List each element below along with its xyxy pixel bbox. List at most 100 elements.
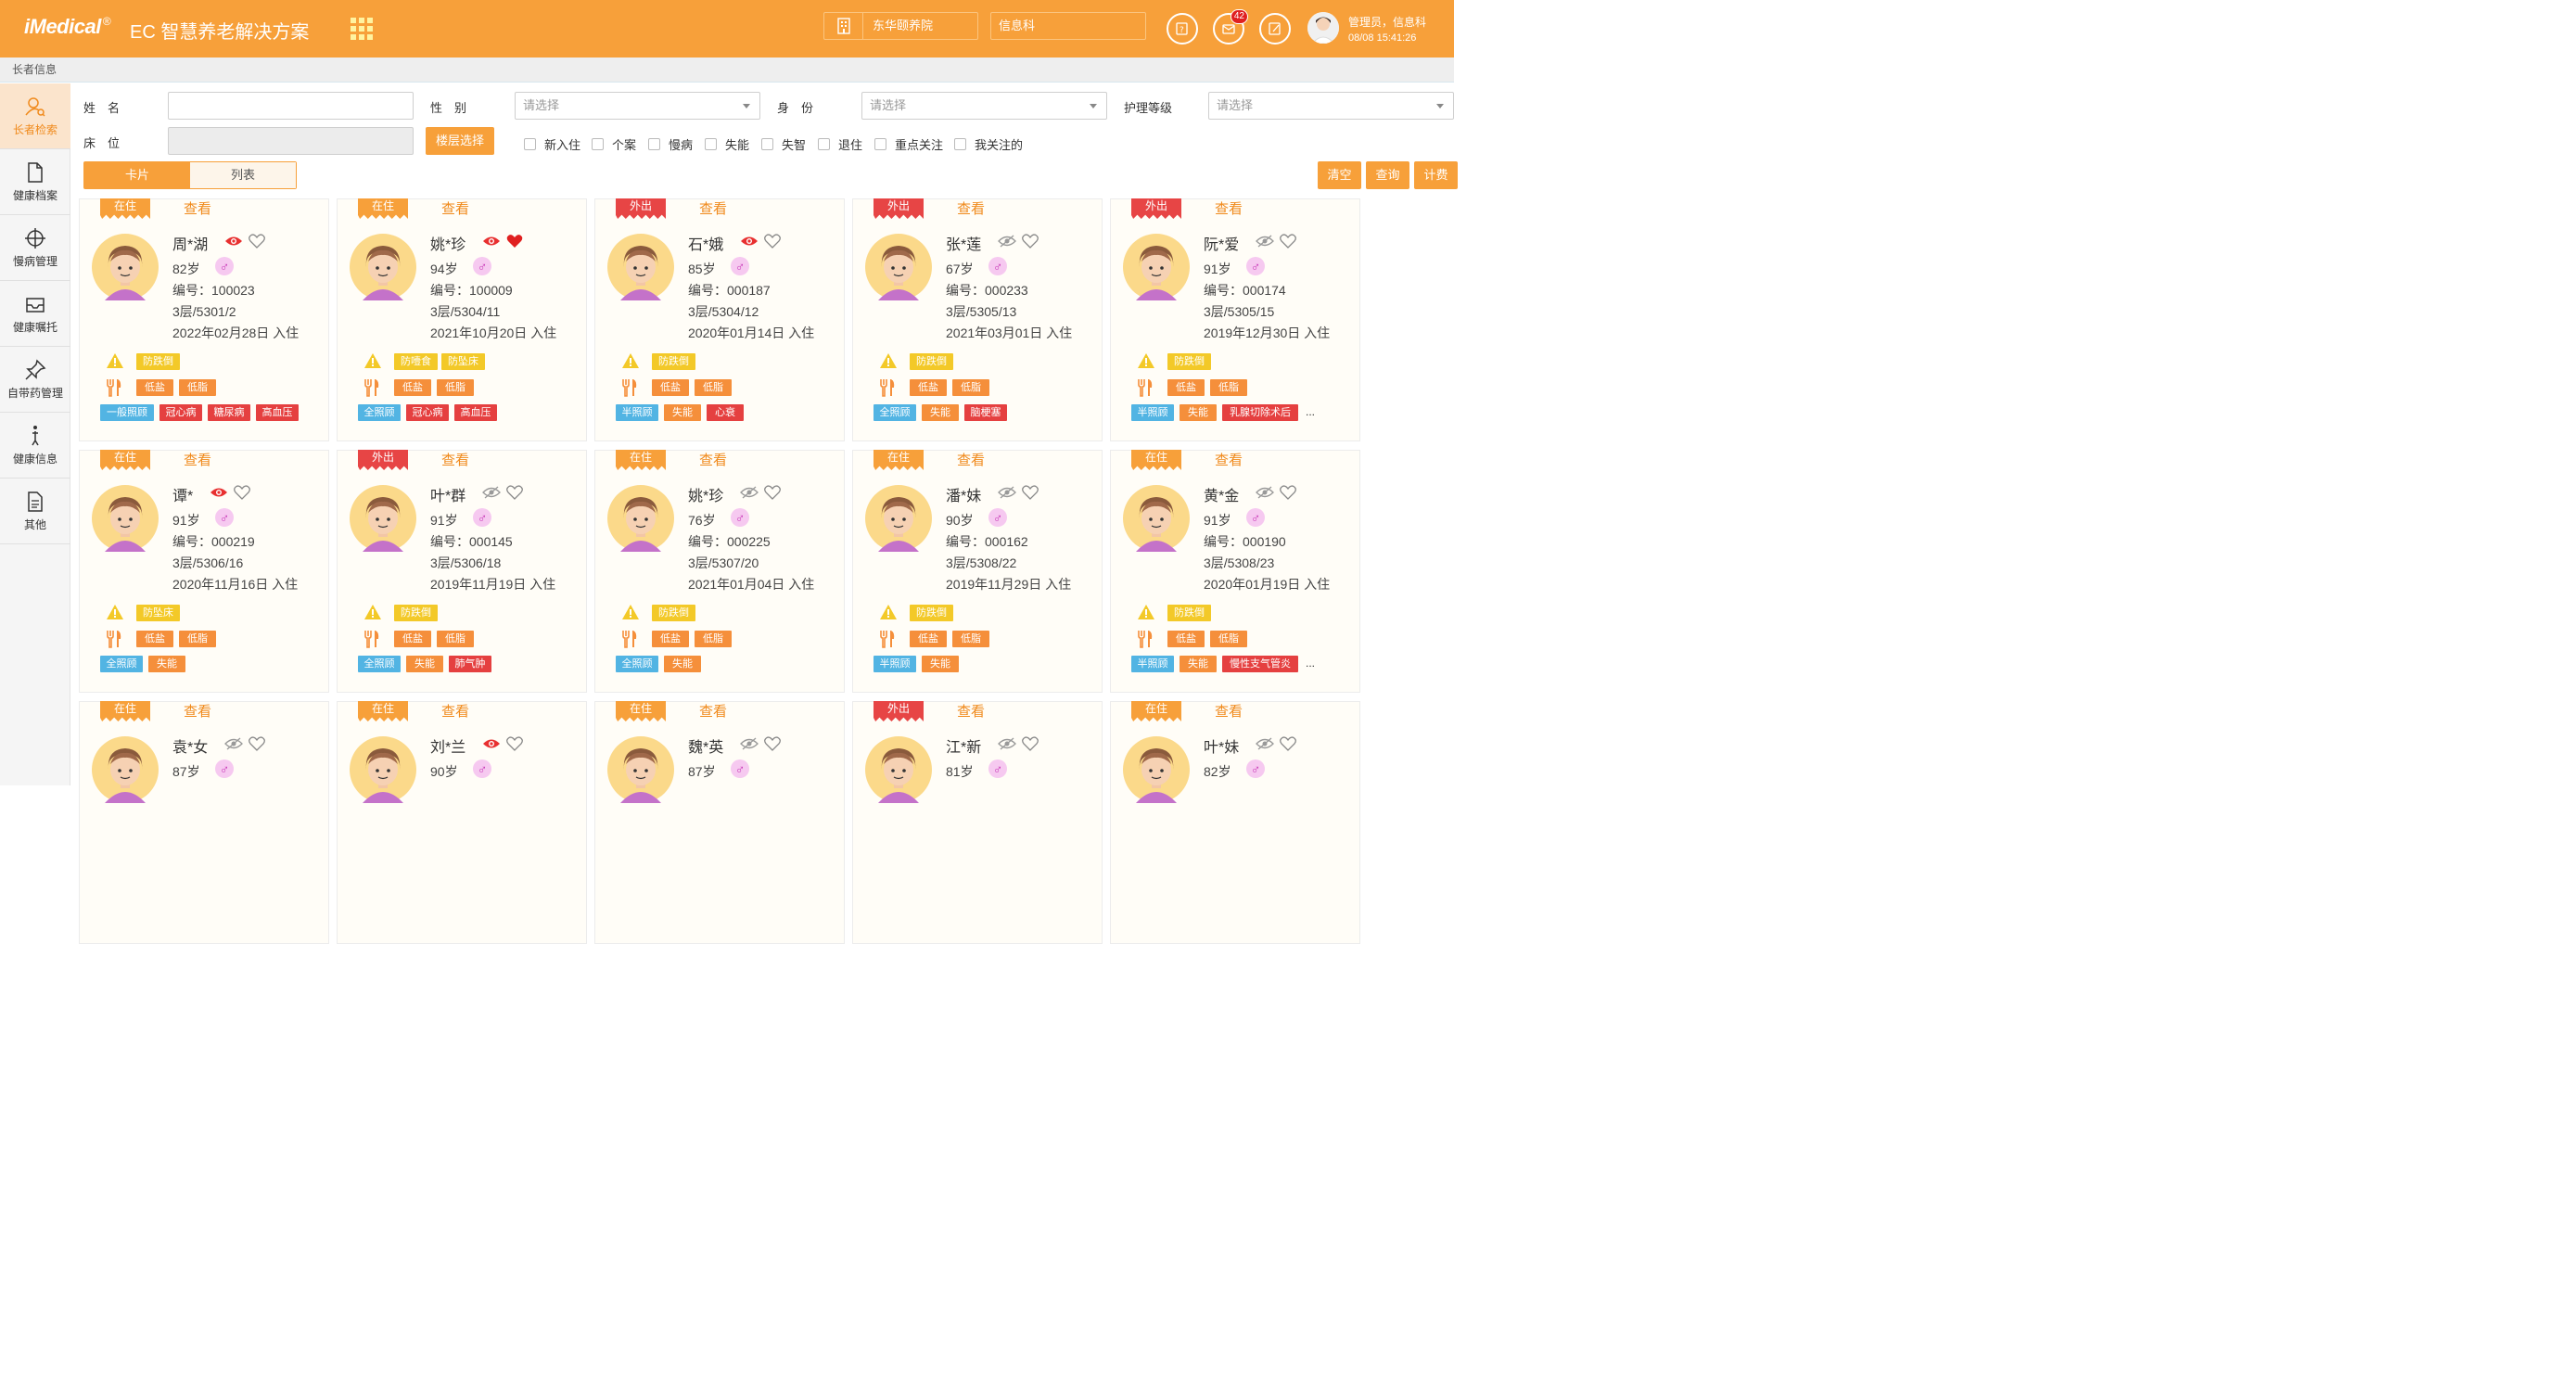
floor-select-button[interactable]: 楼层选择 bbox=[426, 127, 494, 155]
resident-card[interactable]: 在住 查看 刘*兰 90岁 ♂ bbox=[337, 701, 587, 944]
sidebar-item-health-info[interactable]: 健康信息 bbox=[0, 413, 70, 479]
resident-card[interactable]: 外出 查看 张*莲 67岁 ♂ 编号：000233 3层/5305/13 202… bbox=[852, 198, 1103, 441]
resident-age: 82岁 bbox=[172, 262, 200, 276]
sidebar-item-own-medicine[interactable]: 自带药管理 bbox=[0, 347, 70, 413]
tab-list-view[interactable]: 列表 bbox=[190, 162, 296, 188]
dept-selector[interactable]: 信息科 bbox=[990, 12, 1146, 40]
eye-off-icon[interactable] bbox=[1256, 486, 1274, 504]
checkbox-new[interactable]: 新入住 bbox=[524, 135, 580, 153]
crosshair-icon bbox=[25, 227, 45, 249]
view-link[interactable]: 查看 bbox=[699, 701, 727, 721]
checkbox-dementia[interactable]: 失智 bbox=[761, 135, 806, 153]
eye-off-icon[interactable] bbox=[224, 737, 243, 755]
heart-icon[interactable] bbox=[764, 736, 781, 756]
view-link[interactable]: 查看 bbox=[1215, 701, 1243, 721]
org-selector[interactable]: 东华颐养院 bbox=[823, 12, 978, 40]
sidebar-item-other[interactable]: 其他 bbox=[0, 479, 70, 544]
resident-card[interactable]: 在住 查看 姚*珍 94岁 ♂ 编号：100009 3层/5304/11 202… bbox=[337, 198, 587, 441]
resident-card[interactable]: 外出 查看 石*娥 85岁 ♂ 编号：000187 3层/5304/12 202… bbox=[594, 198, 845, 441]
name-input[interactable] bbox=[168, 92, 414, 120]
view-link[interactable]: 查看 bbox=[184, 198, 211, 218]
help-icon[interactable]: ? bbox=[1167, 13, 1198, 45]
checkbox-checkout[interactable]: 退住 bbox=[818, 135, 862, 153]
eye-icon[interactable] bbox=[224, 235, 243, 252]
heart-icon[interactable] bbox=[234, 485, 250, 504]
resident-card[interactable]: 外出 查看 江*新 81岁 ♂ bbox=[852, 701, 1103, 944]
resident-card[interactable]: 在住 查看 谭* 91岁 ♂ 编号：000219 3层/5306/16 2020… bbox=[79, 450, 329, 693]
view-link[interactable]: 查看 bbox=[184, 450, 211, 469]
resident-card[interactable]: 在住 查看 魏*英 87岁 ♂ bbox=[594, 701, 845, 944]
heart-icon[interactable] bbox=[1280, 485, 1296, 504]
eye-icon[interactable] bbox=[210, 486, 228, 504]
eye-off-icon[interactable] bbox=[998, 486, 1016, 504]
eye-icon[interactable] bbox=[740, 235, 759, 252]
checkbox-chronic[interactable]: 慢病 bbox=[648, 135, 693, 153]
view-link[interactable]: 查看 bbox=[699, 450, 727, 469]
heart-filled-icon[interactable] bbox=[506, 234, 523, 253]
eye-icon[interactable] bbox=[482, 737, 501, 755]
resident-card[interactable]: 在住 查看 袁*女 87岁 ♂ bbox=[79, 701, 329, 944]
sidebar-item-resident-search[interactable]: 长者检索 bbox=[0, 83, 70, 149]
resident-card[interactable]: 在住 查看 叶*妹 82岁 ♂ bbox=[1110, 701, 1360, 944]
resident-card[interactable]: 外出 查看 阮*爱 91岁 ♂ 编号：000174 3层/5305/15 201… bbox=[1110, 198, 1360, 441]
view-link[interactable]: 查看 bbox=[699, 198, 727, 218]
resident-name: 魏*英 bbox=[688, 740, 724, 756]
view-link[interactable]: 查看 bbox=[1215, 450, 1243, 469]
heart-icon[interactable] bbox=[1280, 234, 1296, 253]
view-link[interactable]: 查看 bbox=[441, 701, 469, 721]
eye-off-icon[interactable] bbox=[998, 235, 1016, 252]
avatar bbox=[92, 485, 159, 552]
clear-button[interactable]: 清空 bbox=[1318, 161, 1361, 189]
sidebar-item-health-advice[interactable]: 健康嘱托 bbox=[0, 281, 70, 347]
warning-icon bbox=[621, 352, 640, 374]
eye-off-icon[interactable] bbox=[998, 737, 1016, 755]
resident-card[interactable]: 在住 查看 周*湖 82岁 ♂ 编号：100023 3层/5301/2 2022… bbox=[79, 198, 329, 441]
view-link[interactable]: 查看 bbox=[441, 450, 469, 469]
heart-icon[interactable] bbox=[1022, 485, 1039, 504]
view-link[interactable]: 查看 bbox=[1215, 198, 1243, 218]
resident-card[interactable]: 在住 查看 黄*金 91岁 ♂ 编号：000190 3层/5308/23 202… bbox=[1110, 450, 1360, 693]
heart-icon[interactable] bbox=[1022, 234, 1039, 253]
query-button[interactable]: 查询 bbox=[1366, 161, 1409, 189]
view-link[interactable]: 查看 bbox=[184, 701, 211, 721]
heart-icon[interactable] bbox=[249, 736, 265, 756]
heart-icon[interactable] bbox=[506, 736, 523, 756]
heart-icon[interactable] bbox=[764, 234, 781, 253]
care-level-select[interactable]: 请选择 bbox=[1208, 92, 1454, 120]
eye-icon[interactable] bbox=[482, 235, 501, 252]
eye-off-icon[interactable] bbox=[1256, 235, 1274, 252]
checkbox-case[interactable]: 个案 bbox=[592, 135, 636, 153]
view-link[interactable]: 查看 bbox=[957, 450, 985, 469]
checkbox-my-followed[interactable]: 我关注的 bbox=[954, 135, 1023, 153]
edit-icon[interactable] bbox=[1259, 13, 1291, 45]
tab-card-view[interactable]: 卡片 bbox=[84, 162, 190, 188]
view-link[interactable]: 查看 bbox=[957, 701, 985, 721]
heart-icon[interactable] bbox=[1022, 736, 1039, 756]
view-link[interactable]: 查看 bbox=[957, 198, 985, 218]
heart-icon[interactable] bbox=[764, 485, 781, 504]
resident-card[interactable]: 外出 查看 叶*群 91岁 ♂ 编号：000145 3层/5306/18 201… bbox=[337, 450, 587, 693]
heart-icon[interactable] bbox=[506, 485, 523, 504]
identity-select[interactable]: 请选择 bbox=[861, 92, 1107, 120]
checkbox-disabled[interactable]: 失能 bbox=[705, 135, 749, 153]
sidebar-item-health-record[interactable]: 健康档案 bbox=[0, 149, 70, 215]
heart-icon[interactable] bbox=[1280, 736, 1296, 756]
resident-card[interactable]: 在住 查看 潘*妹 90岁 ♂ 编号：000162 3层/5308/22 201… bbox=[852, 450, 1103, 693]
bed-input[interactable] bbox=[168, 127, 414, 155]
resident-card[interactable]: 在住 查看 姚*珍 76岁 ♂ 编号：000225 3层/5307/20 202… bbox=[594, 450, 845, 693]
sidebar-item-chronic-disease[interactable]: 慢病管理 bbox=[0, 215, 70, 281]
resident-age: 82岁 bbox=[1204, 764, 1231, 779]
app-grid-icon[interactable] bbox=[351, 18, 373, 40]
eye-off-icon[interactable] bbox=[482, 486, 501, 504]
eye-off-icon[interactable] bbox=[740, 737, 759, 755]
eye-off-icon[interactable] bbox=[1256, 737, 1274, 755]
fee-button[interactable]: 计费 bbox=[1414, 161, 1458, 189]
message-icon[interactable]: 42 bbox=[1213, 9, 1248, 45]
user-avatar[interactable] bbox=[1307, 12, 1339, 44]
gender-select[interactable]: 请选择 bbox=[515, 92, 760, 120]
checkbox-key-focus[interactable]: 重点关注 bbox=[874, 135, 943, 153]
heart-icon[interactable] bbox=[249, 234, 265, 253]
gender-icon: ♂ bbox=[1246, 759, 1265, 778]
view-link[interactable]: 查看 bbox=[441, 198, 469, 218]
eye-off-icon[interactable] bbox=[740, 486, 759, 504]
